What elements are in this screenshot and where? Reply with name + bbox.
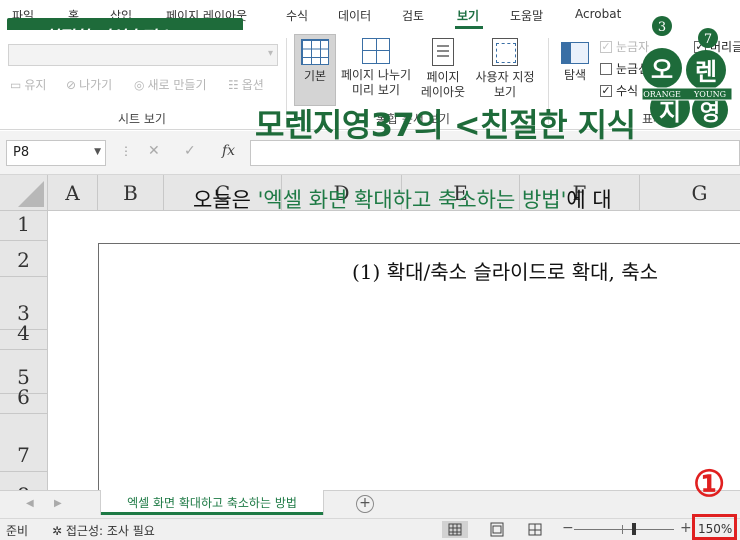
chevron-down-icon[interactable]: ▼ <box>94 147 101 157</box>
page-layout-label: 페이지 레이아웃 <box>420 70 466 99</box>
sheet-tab-bar: ◀ ▶ 엑셀 화면 확대하고 축소하는 방법 + <box>0 490 740 518</box>
more-icon: ⋮ <box>120 144 132 158</box>
keep-sheet-view-button: ▭ 유지 <box>10 76 46 93</box>
new-label: 새로 만들기 <box>147 78 207 92</box>
page-layout-icon <box>490 522 504 537</box>
normal-view-label: 기본 <box>303 69 327 83</box>
logo-band-text: YOUNG <box>693 90 726 99</box>
column-header-a[interactable]: A <box>48 175 98 211</box>
callout-number: ① <box>693 463 726 505</box>
page-break-status-button[interactable] <box>522 521 548 538</box>
ribbon-tab-6[interactable]: 검토 <box>402 7 424 24</box>
eye-off-icon: ⊘ <box>66 78 77 92</box>
page-layout-button[interactable]: 페이지 레이아웃 <box>418 34 468 106</box>
document-item-1: (1) 확대/축소 슬라이드로 확대, 축소 <box>352 260 659 284</box>
active-tab-underline <box>455 26 483 29</box>
normal-view-status-button[interactable] <box>442 521 468 538</box>
grid-view-icon <box>448 523 462 536</box>
orange-young-logo: 3 7 오 렌 지 영 ORANGE YOUNG <box>641 16 733 128</box>
sheet-view-select: ▾ <box>8 44 278 66</box>
document-subtitle: 오늘은 '엑셀 화면 확대하고 축소하는 방법'에 대 <box>193 184 612 214</box>
chevron-down-icon: ▾ <box>267 48 273 59</box>
subtitle-suffix: 에 대 <box>566 188 612 212</box>
enter-icon[interactable]: ✓ <box>184 143 196 159</box>
row-header-2[interactable]: 2 <box>0 241 48 277</box>
normal-view-button[interactable]: 기본 <box>294 34 336 106</box>
logo-number: 3 <box>658 20 666 35</box>
subtitle-prefix: 오늘은 <box>193 188 258 212</box>
next-sheet-icon[interactable]: ▶ <box>54 498 62 509</box>
ribbon-tab-8[interactable]: 도움말 <box>510 7 543 24</box>
row-header-8[interactable]: 8 <box>0 472 48 490</box>
page-break-preview-button[interactable]: 페이지 나누기 미리 보기 <box>336 34 416 106</box>
logo-char: 지 <box>659 98 681 126</box>
normal-view-icon <box>301 39 329 65</box>
new-sheet-view-button: ◎ 새로 만들기 <box>134 76 207 93</box>
save-icon: ▭ <box>10 78 22 92</box>
status-ready: 준비 <box>6 524 29 538</box>
row-header-4[interactable]: 4 <box>0 321 48 350</box>
page-layout-status-button[interactable] <box>484 521 510 538</box>
navigation-label: 탐색 <box>563 68 587 82</box>
subtitle-highlight: '엑셀 화면 확대하고 축소하는 방법' <box>257 188 567 212</box>
worksheet-grid: ABCDEFG 12345678 <box>0 175 740 490</box>
name-box[interactable]: P8 ▼ <box>6 140 106 166</box>
cancel-icon[interactable]: ✕ <box>148 143 160 159</box>
formula-bar-label: 수식 <box>616 84 639 98</box>
row-header-6[interactable]: 6 <box>0 385 48 414</box>
navigation-button[interactable]: 탐색 <box>556 34 594 106</box>
ribbon-tab-4[interactable]: 수식 <box>286 7 308 24</box>
navigation-pane-icon <box>561 42 589 64</box>
options-label: 옵션 <box>241 78 264 92</box>
logo-char: 렌 <box>695 58 717 86</box>
prev-sheet-icon[interactable]: ◀ <box>26 498 34 509</box>
zoom-slider[interactable] <box>574 529 674 530</box>
column-header-g[interactable]: G <box>640 175 740 211</box>
zoom-slider-center-mark <box>622 525 623 534</box>
options-icon: ☷ <box>228 78 239 92</box>
logo-char: 오 <box>651 56 673 84</box>
ribbon-tab-9[interactable]: Acrobat <box>575 7 621 21</box>
accessibility-icon: ✲ <box>52 524 66 538</box>
add-sheet-button[interactable]: + <box>356 495 374 513</box>
exit-sheet-view-button: ⊘ 나가기 <box>66 76 112 93</box>
accessibility-label: 접근성: 조사 필요 <box>65 524 155 538</box>
custom-views-icon <box>492 38 518 66</box>
eye-plus-icon: ◎ <box>134 78 145 92</box>
horizontal-scrollbar[interactable] <box>380 491 690 517</box>
logo-band-text: ORANGE <box>643 90 681 99</box>
logo-char: 영 <box>700 101 720 126</box>
row-header-1[interactable]: 1 <box>0 211 48 241</box>
row-header-7[interactable]: 7 <box>0 414 48 472</box>
checkbox-checked-icon: ✓ <box>600 83 612 97</box>
keep-label: 유지 <box>24 78 47 92</box>
ribbon-tab-5[interactable]: 데이터 <box>338 7 371 24</box>
document-title: 모렌지영37의 <친절한 지식 <box>255 106 636 144</box>
checkbox-checked-icon: ✓ <box>600 39 612 53</box>
sheet-view-options-button: ☷ 옵션 <box>228 76 264 93</box>
zoom-in-button[interactable]: + <box>680 520 692 536</box>
logo-number: 7 <box>704 32 712 47</box>
page-layout-icon <box>432 38 454 66</box>
accessibility-status[interactable]: ✲ 접근성: 조사 필요 <box>52 522 155 539</box>
sheet-tab-active[interactable]: 엑셀 화면 확대하고 축소하는 방법 <box>100 490 324 515</box>
ribbon-tab-7[interactable]: 보기 <box>457 7 479 24</box>
column-header-b[interactable]: B <box>98 175 164 211</box>
insert-function-icon[interactable]: fx <box>222 143 235 159</box>
exit-label: 나가기 <box>79 78 113 92</box>
select-all-corner[interactable] <box>0 175 48 211</box>
sheet-view-group-label: 시트 보기 <box>118 112 166 126</box>
page-break-icon <box>528 523 542 536</box>
zoom-out-button[interactable]: − <box>562 520 574 536</box>
custom-views-button[interactable]: 사용자 지정 보기 <box>470 34 540 106</box>
formula-bar-checkbox[interactable]: ✓ 수식 <box>600 82 638 99</box>
checkbox-unchecked-icon <box>600 62 612 75</box>
name-box-value: P8 <box>13 145 30 160</box>
callout-highlight-box <box>692 514 737 540</box>
page-break-label: 페이지 나누기 미리 보기 <box>340 68 412 97</box>
status-bar: 준비 ✲ 접근성: 조사 필요 − + 150% <box>0 518 740 540</box>
custom-views-label: 사용자 지정 보기 <box>475 70 535 99</box>
page-break-icon <box>362 38 390 64</box>
zoom-slider-thumb[interactable] <box>632 523 636 535</box>
